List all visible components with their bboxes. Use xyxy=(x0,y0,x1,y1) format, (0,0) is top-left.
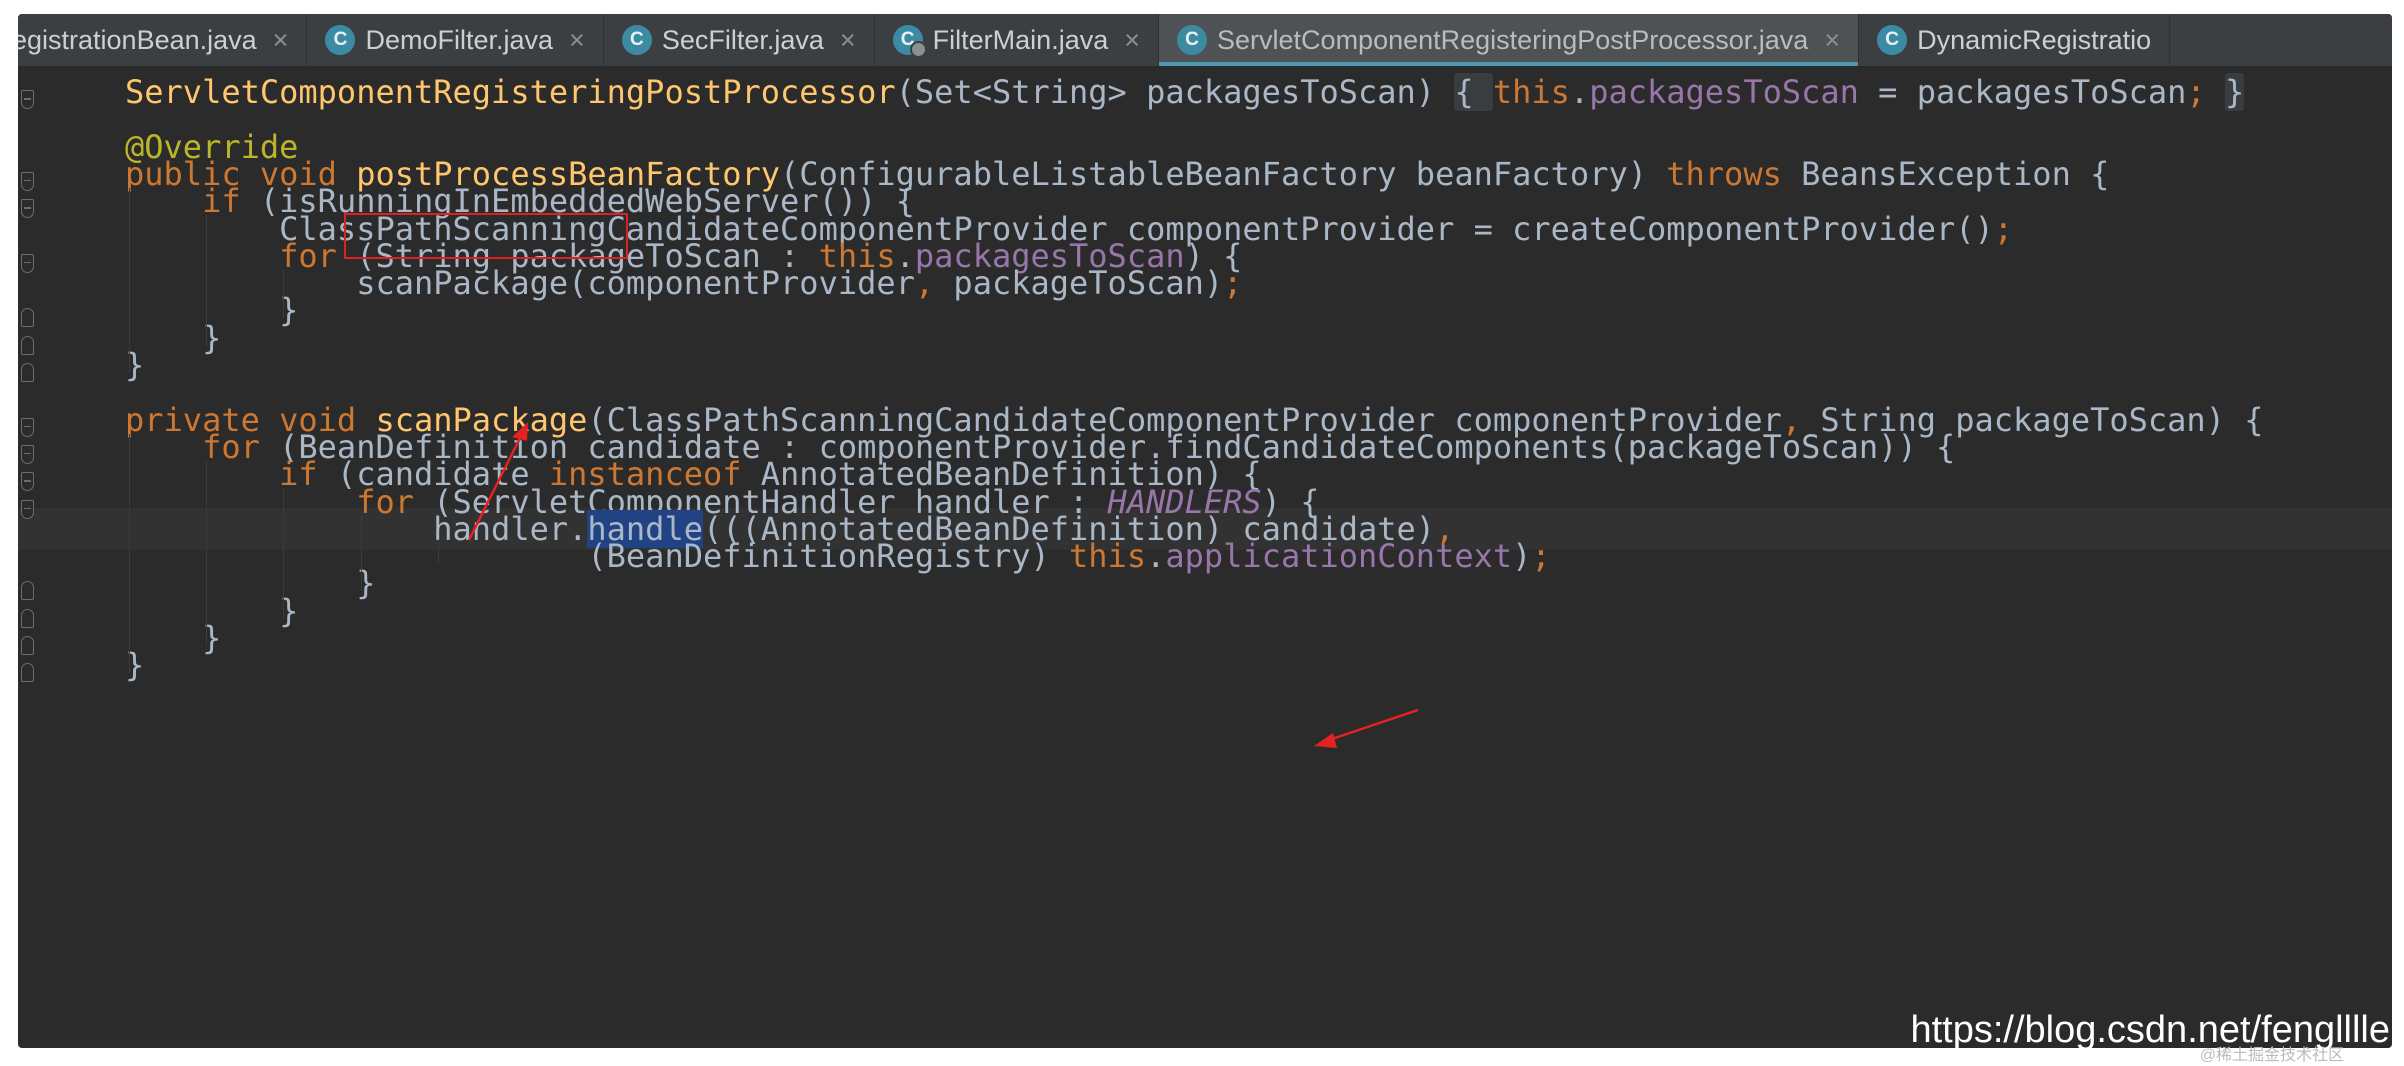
arrow-handlers-head xyxy=(1314,733,1337,748)
arrow-scanpackage xyxy=(467,431,525,541)
arrow-handlers xyxy=(1325,708,1419,743)
annotation-arrows xyxy=(467,422,1419,748)
watermark-small: @稀土掘金技术社区 xyxy=(2199,1047,2344,1064)
arrow-scanpackage-head xyxy=(512,422,528,441)
